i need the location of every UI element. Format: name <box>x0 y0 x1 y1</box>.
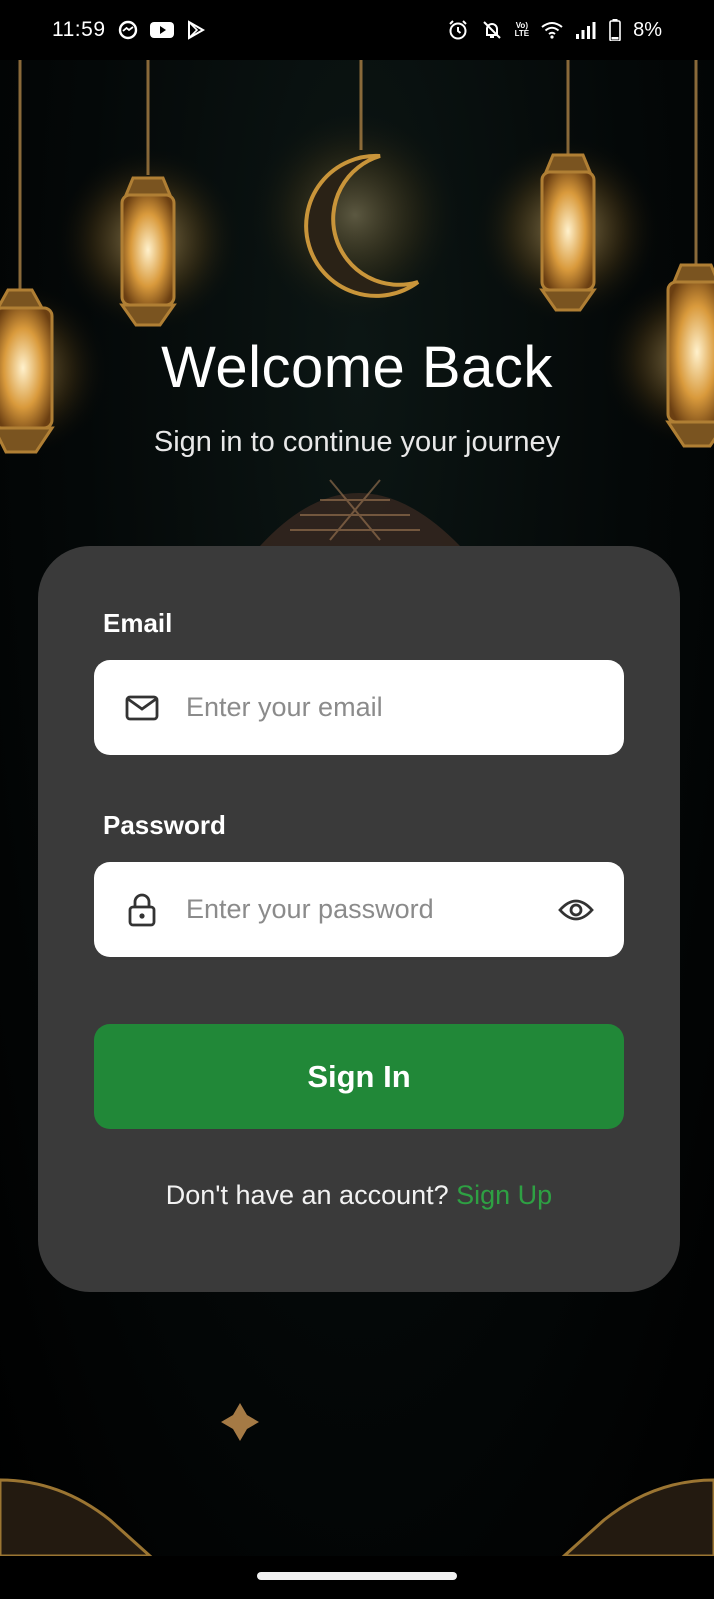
lantern-left <box>119 176 177 327</box>
email-label: Email <box>103 608 173 638</box>
wifi-icon <box>541 21 563 39</box>
corner-ornament-right <box>561 1478 714 1556</box>
lock-icon <box>124 893 160 927</box>
status-right: Vo) LTE 8% <box>447 19 662 42</box>
welcome-title: Welcome Back <box>161 335 553 400</box>
status-bar: 11:59 Vo) LTE 8% <box>0 0 714 60</box>
lantern-right <box>539 153 597 312</box>
email-input[interactable]: Enter your email <box>94 660 624 755</box>
eye-icon[interactable] <box>558 898 594 922</box>
signup-row: Don't have an account? Sign Up <box>38 1180 680 1211</box>
sign-in-button[interactable]: Sign In <box>94 1024 624 1129</box>
bell-off-icon <box>481 19 503 41</box>
corner-ornament-left <box>0 1478 153 1556</box>
login-card: Email Enter your email Password Enter yo… <box>38 546 680 1292</box>
navigation-bar <box>0 1556 714 1599</box>
password-placeholder: Enter your password <box>186 894 434 924</box>
password-input[interactable]: Enter your password <box>94 862 624 957</box>
signup-prompt: Don't have an account? <box>165 1180 457 1210</box>
home-gesture-handle[interactable] <box>257 1572 457 1580</box>
password-label: Password <box>103 810 226 840</box>
signal-icon <box>575 21 597 39</box>
sign-up-link[interactable]: Sign Up <box>456 1180 552 1210</box>
alarm-icon <box>447 19 469 41</box>
welcome-subtitle: Sign in to continue your journey <box>153 426 561 458</box>
mail-icon <box>124 695 160 721</box>
status-time: 11:59 <box>52 18 106 41</box>
youtube-icon <box>149 21 174 39</box>
messenger-icon <box>118 20 138 40</box>
play-store-icon <box>186 20 206 40</box>
star-ornament <box>221 1403 259 1441</box>
status-left: 11:59 <box>52 18 206 42</box>
volte-icon: Vo) LTE <box>515 22 530 38</box>
ramadan-background: Welcome Back Sign in to continue your jo… <box>0 60 714 1556</box>
sign-in-label: Sign In <box>307 1058 411 1094</box>
email-placeholder: Enter your email <box>186 692 383 722</box>
battery-percent: 8% <box>633 18 662 41</box>
volte-line2: LTE <box>514 29 530 38</box>
battery-icon <box>609 19 621 41</box>
